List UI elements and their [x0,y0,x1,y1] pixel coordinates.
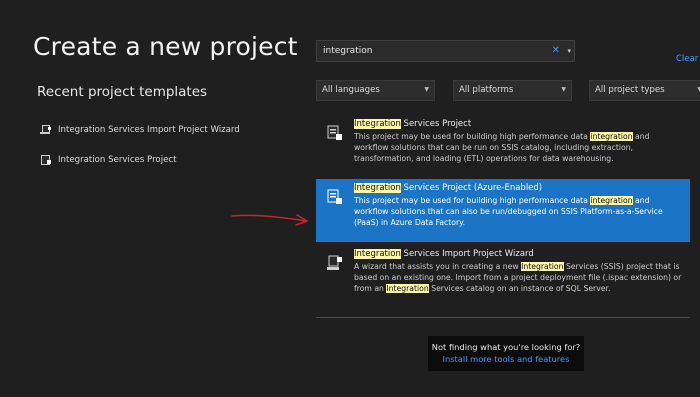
filter-label: All languages [322,85,380,95]
template-description: A wizard that assists you in creating a … [354,262,682,293]
recent-item-label: Integration Services Project [58,155,177,165]
search-input[interactable] [323,44,543,58]
chevron-down-icon: ▼ [561,86,566,93]
platform-filter[interactable]: All platforms ▼ [453,80,572,101]
install-tools-link[interactable]: Install more tools and features [428,354,584,364]
template-description: This project may be used for building hi… [354,132,650,163]
annotation-arrow-icon [231,214,308,226]
recent-item-import-wizard[interactable]: Integration Services Import Project Wiza… [40,121,240,139]
ssis-azure-project-icon [327,189,342,204]
recent-item-ssis-project[interactable]: Integration Services Project [40,151,176,169]
template-title: Integration Services Import Project Wiza… [354,249,534,259]
help-box: Not finding what you're looking for? Ins… [428,336,584,371]
project-type-filter[interactable]: All project types ▼ [589,80,700,101]
template-title: Integration Services Project (Azure-Enab… [354,183,543,193]
recent-item-label: Integration Services Import Project Wiza… [58,125,240,135]
filter-label: All project types [595,85,665,95]
clear-all-link[interactable]: Clear [676,54,698,64]
divider [316,317,690,318]
template-result-ssis-project[interactable]: Integration Services Project This projec… [316,115,690,175]
help-text: Not finding what you're looking for? [431,342,581,352]
ssis-project-icon [40,154,52,166]
language-filter[interactable]: All languages ▼ [316,80,435,101]
chevron-down-icon[interactable]: ▾ [567,44,571,58]
ssis-wizard-icon [327,255,342,270]
template-result-ssis-azure-project[interactable]: Integration Services Project (Azure-Enab… [316,179,690,242]
chevron-down-icon: ▼ [424,86,429,93]
page-title: Create a new project [33,32,298,61]
ssis-project-icon [327,125,342,140]
search-box[interactable]: ✕ ▾ [316,40,575,62]
filter-label: All platforms [459,85,514,95]
template-title: Integration Services Project [354,119,472,129]
template-description: This project may be used for building hi… [354,196,663,227]
clear-search-icon[interactable]: ✕ [552,45,560,57]
ssis-wizard-icon [40,124,52,136]
template-result-import-wizard[interactable]: Integration Services Import Project Wiza… [316,245,690,305]
recent-templates-heading: Recent project templates [37,84,208,100]
